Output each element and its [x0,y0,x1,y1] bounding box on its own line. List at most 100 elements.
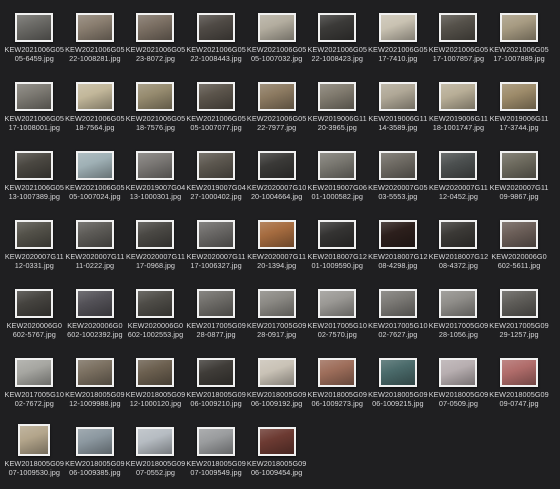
image-thumbnail[interactable] [318,13,357,42]
file-item[interactable]: KEW2020007G11 11-0222.jpg [65,213,126,282]
file-item[interactable]: KEW2021006G05 05-1007077.jpg [186,75,247,144]
file-item[interactable]: KEW2017005G09 29-1257.jpg [489,282,550,351]
image-thumbnail[interactable] [75,151,114,180]
image-thumbnail[interactable] [257,427,296,456]
image-thumbnail[interactable] [15,220,54,249]
file-item[interactable]: KEW2017005G09 28-0917.jpg [246,282,307,351]
image-thumbnail[interactable] [136,151,175,180]
image-thumbnail[interactable] [439,151,478,180]
image-thumbnail[interactable] [318,151,357,180]
image-thumbnail[interactable] [136,82,175,111]
image-thumbnail[interactable] [136,13,175,42]
file-item[interactable]: KEW2020007G11 12-0331.jpg [4,213,65,282]
image-thumbnail[interactable] [197,82,236,111]
image-thumbnail[interactable] [318,358,357,387]
file-item[interactable]: KEW2017005G10 02-7627.jpg [368,282,429,351]
image-thumbnail[interactable] [257,151,296,180]
image-thumbnail[interactable] [439,358,478,387]
file-item[interactable]: KEW2021006G05 23-8072.jpg [125,6,186,75]
image-thumbnail[interactable] [136,427,175,456]
file-item[interactable]: KEW2018005G09 06-1009454.jpg [246,420,307,489]
file-item[interactable]: KEW2020007G10 20-1004664.jpg [246,144,307,213]
image-thumbnail[interactable] [318,82,357,111]
file-item[interactable]: KEW2021006G05 22-1008443.jpg [186,6,247,75]
image-thumbnail[interactable] [257,220,296,249]
file-item[interactable]: KEW2017005G09 28-0877.jpg [186,282,247,351]
image-thumbnail[interactable] [75,289,114,318]
image-thumbnail[interactable] [136,289,175,318]
image-thumbnail[interactable] [15,151,54,180]
file-item[interactable]: KEW2021006G05 13-1007389.jpg [4,144,65,213]
file-item[interactable]: KEW2021006G05 17-1008001.jpg [4,75,65,144]
image-thumbnail[interactable] [136,358,175,387]
file-item[interactable]: KEW2018005G09 07-1009549.jpg [186,420,247,489]
image-thumbnail[interactable] [15,358,54,387]
file-item[interactable]: KEW2021006G05 05-6459.jpg [4,6,65,75]
image-thumbnail[interactable] [18,424,51,456]
image-thumbnail[interactable] [378,151,417,180]
file-item[interactable]: KEW2021006G05 05-1007032.jpg [246,6,307,75]
image-thumbnail[interactable] [318,220,357,249]
file-item[interactable]: KEW2021006G05 17-1007889.jpg [489,6,550,75]
file-item[interactable]: KEW2021006G05 18-7564.jpg [65,75,126,144]
image-thumbnail[interactable] [197,358,236,387]
file-item[interactable]: KEW2017005G10 02-7672.jpg [4,351,65,420]
image-thumbnail[interactable] [500,289,539,318]
file-item[interactable]: KEW2018007G12 08-4372.jpg [428,213,489,282]
image-thumbnail[interactable] [15,289,54,318]
file-item[interactable]: KEW2020006G0 602-1002392.jpg [65,282,126,351]
image-thumbnail[interactable] [500,220,539,249]
file-item[interactable]: KEW2020007G11 20-1394.jpg [246,213,307,282]
image-thumbnail[interactable] [500,82,539,111]
file-item[interactable]: KEW2018005G09 06-1009210.jpg [186,351,247,420]
file-item[interactable]: KEW2018005G09 07-0509.jpg [428,351,489,420]
image-thumbnail[interactable] [75,13,114,42]
image-thumbnail[interactable] [378,289,417,318]
file-item[interactable]: KEW2020007G11 17-1006327.jpg [186,213,247,282]
file-item[interactable]: KEW2017005G10 02-7570.jpg [307,282,368,351]
file-item[interactable]: KEW2019006G11 17-3744.jpg [489,75,550,144]
image-thumbnail[interactable] [439,82,478,111]
file-item[interactable]: KEW2018005G09 07-1009530.jpg [4,420,65,489]
image-thumbnail[interactable] [500,358,539,387]
file-item[interactable]: KEW2018005G09 06-1009385.jpg [65,420,126,489]
file-item[interactable]: KEW2020006G0 602-5611.jpg [489,213,550,282]
image-thumbnail[interactable] [15,82,54,111]
file-item[interactable]: KEW2019007G04 27-1000402.jpg [186,144,247,213]
image-thumbnail[interactable] [197,220,236,249]
file-item[interactable]: KEW2020006G0 602-1002553.jpg [125,282,186,351]
file-item[interactable]: KEW2018005G09 06-1009273.jpg [307,351,368,420]
file-item[interactable]: KEW2018005G09 06-1009215.jpg [368,351,429,420]
file-item[interactable]: KEW2018007G12 08-4298.jpg [368,213,429,282]
image-thumbnail[interactable] [75,220,114,249]
image-thumbnail[interactable] [75,82,114,111]
image-thumbnail[interactable] [439,13,478,42]
image-thumbnail[interactable] [197,151,236,180]
image-thumbnail[interactable] [378,82,417,111]
file-item[interactable]: KEW2017005G09 28-1056.jpg [428,282,489,351]
file-item[interactable]: KEW2018005G09 06-1009192.jpg [246,351,307,420]
file-item[interactable]: KEW2021006G05 18-7576.jpg [125,75,186,144]
file-item[interactable]: KEW2020006G0 602-5767.jpg [4,282,65,351]
file-item[interactable]: KEW2021006G05 22-7977.jpg [246,75,307,144]
file-item[interactable]: KEW2020007G11 09-9867.jpg [489,144,550,213]
image-thumbnail[interactable] [136,220,175,249]
file-item[interactable]: KEW2018005G09 07-0552.jpg [125,420,186,489]
file-item[interactable]: KEW2021006G05 22-1008281.jpg [65,6,126,75]
file-item[interactable]: KEW2018005G09 12-1009988.jpg [65,351,126,420]
file-item[interactable]: KEW2018005G09 12-1000120.jpg [125,351,186,420]
file-item[interactable]: KEW2021006G05 05-1007024.jpg [65,144,126,213]
file-item[interactable]: KEW2021006G05 17-1007857.jpg [428,6,489,75]
image-thumbnail[interactable] [257,358,296,387]
file-item[interactable]: KEW2019006G11 18-1001747.jpg [428,75,489,144]
file-item[interactable]: KEW2020007G11 17-0968.jpg [125,213,186,282]
image-thumbnail[interactable] [257,289,296,318]
image-thumbnail[interactable] [197,13,236,42]
file-item[interactable]: KEW2019007G06 01-1000582.jpg [307,144,368,213]
image-thumbnail[interactable] [197,289,236,318]
file-item[interactable]: KEW2020007G05 03-5553.jpg [368,144,429,213]
image-thumbnail[interactable] [257,13,296,42]
image-thumbnail[interactable] [378,13,417,42]
image-thumbnail[interactable] [15,13,54,42]
file-item[interactable]: KEW2019007G04 13-1000301.jpg [125,144,186,213]
